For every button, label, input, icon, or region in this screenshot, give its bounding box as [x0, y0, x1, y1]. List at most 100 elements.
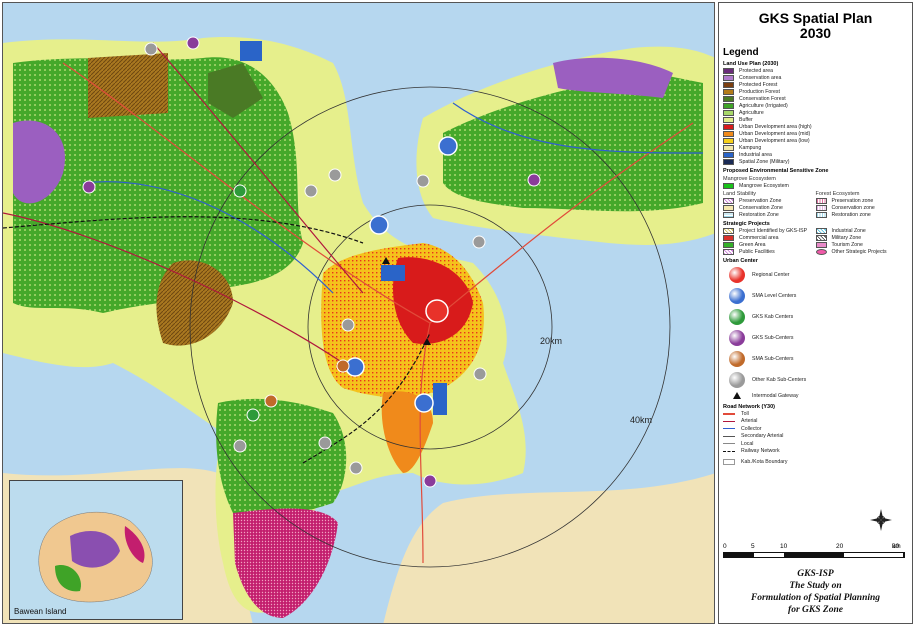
regional-center-icon: [729, 266, 745, 283]
swatch: [723, 95, 734, 102]
legend-panel: GKS Spatial Plan 2030 Legend Land Use Pl…: [718, 2, 913, 624]
sma-level-center: [414, 393, 434, 413]
map-title: GKS Spatial Plan 2030: [723, 11, 908, 41]
scale-block: [844, 553, 904, 557]
agriculture-south: [216, 398, 347, 518]
land-use-label: Spatial Zone (Military): [739, 158, 790, 165]
credits: GKS-ISP The Study on Formulation of Spat…: [719, 568, 912, 616]
inset-map[interactable]: Bawean Island: [9, 480, 183, 620]
land-use-item: Buffer: [723, 116, 908, 123]
strategic-columns: Project Identified by GKS-ISP Commercial…: [723, 227, 908, 255]
other-kab-sub-center: [416, 174, 430, 188]
forest-eco-item: Preservation zone: [815, 197, 909, 204]
railway-line-icon: [723, 450, 735, 452]
land-use-item: Urban Development area (mid): [723, 130, 908, 137]
land-stability-label: Conservation Zone: [739, 204, 783, 211]
secondary-arterial-line-icon: [723, 435, 735, 437]
strategic-item: Project Identified by GKS-ISP: [723, 227, 816, 234]
mangrove-label: Mangrove Ecosystem: [739, 182, 789, 189]
legend-heading: Legend: [723, 47, 759, 58]
swatch: [723, 151, 734, 158]
strategic-item: Other Strategic Projects: [815, 248, 909, 255]
strategic-label: Project Identified by GKS-ISP: [739, 227, 808, 234]
urban-center-label: SMA Sub-Centers: [752, 355, 794, 362]
land-stability-item: Conservation Zone: [723, 204, 816, 211]
industrial-area: [433, 383, 447, 415]
map-panel[interactable]: 20km 40km Bawean Island: [2, 2, 715, 624]
land-use-list: Protected area Conservation area Protect…: [723, 67, 908, 165]
toll-line-icon: [723, 412, 735, 415]
stability-forest-columns: Land Stability Preservation Zone Conserv…: [723, 189, 908, 218]
land-use-label: Production Forest: [739, 88, 780, 95]
inset-canvas: [38, 511, 153, 603]
land-use-label: Urban Development area (low): [739, 137, 810, 144]
land-use-label: Protected area: [739, 67, 774, 74]
credits-line1: GKS-ISP: [797, 569, 834, 579]
scale-label-10: 10: [780, 543, 788, 550]
scale-labels: 0 5 10 20 30 km: [723, 543, 905, 552]
swatch: [723, 81, 734, 88]
local-line-icon: [723, 443, 735, 445]
strategic-item: Commercial area: [723, 234, 816, 241]
swatch: [723, 234, 734, 241]
sma-level-center: [369, 215, 389, 235]
swatch: [723, 74, 734, 81]
scale-unit: km: [892, 543, 901, 550]
gks-kab-center: [233, 184, 247, 198]
land-use-item: Protected Forest: [723, 81, 908, 88]
credits-line4: for GKS Zone: [788, 605, 843, 615]
swatch: [723, 158, 734, 165]
scale-label-5: 5: [751, 543, 755, 550]
ring-label-40km: 40km: [630, 415, 653, 425]
land-use-label: Conservation area: [739, 74, 782, 81]
land-use-label: Buffer: [739, 116, 753, 123]
sma-sub-center-icon: [729, 350, 745, 367]
urban-center-list: Regional Center SMA Level Centers GKS Ka…: [723, 264, 908, 401]
land-use-label: Agriculture: [739, 109, 764, 116]
gks-kab-center-icon: [729, 308, 745, 325]
road-item: Secondary Arterial: [723, 433, 908, 441]
swatch: [815, 204, 827, 211]
swatch: [723, 102, 734, 109]
inset-label: Bawean Island: [14, 607, 67, 616]
swatch: [723, 116, 734, 123]
urban-center-item: GKS Sub-Centers: [723, 327, 908, 348]
urban-center-label: Regional Center: [752, 271, 790, 278]
swatch: [723, 211, 734, 218]
arterial-line-icon: [723, 420, 735, 422]
sma-level-center: [438, 136, 458, 156]
urban-center-label: Intermodal Gateway: [752, 392, 799, 399]
gks-sub-center: [423, 474, 437, 488]
other-kab-sub-center: [328, 168, 342, 182]
other-kab-sub-center: [349, 461, 363, 475]
scale-label-0: 0: [723, 543, 727, 550]
land-use-item: Urban Development area (low): [723, 137, 908, 144]
land-use-label: Urban Development area (high): [739, 123, 812, 130]
land-use-item: Spatial Zone (Military): [723, 158, 908, 165]
urban-center-label: GKS Sub-Centers: [752, 334, 794, 341]
swatch: [815, 248, 827, 255]
other-kab-sub-center: [318, 436, 332, 450]
env-zone-title: Proposed Environmental Sensitive Zone: [723, 168, 829, 174]
swatch: [723, 109, 734, 116]
gks-sub-center: [527, 173, 541, 187]
land-use-item: Urban Development area (high): [723, 123, 908, 130]
strategic-item: Green Area: [723, 241, 816, 248]
land-use-label: Agriculture (Irrigated): [739, 102, 788, 109]
strategic-label: Public Facilities: [739, 248, 775, 255]
north-arrow-icon: [870, 509, 892, 531]
urban-center-label: Other Kab Sub-Centers: [752, 376, 807, 383]
other-kab-sub-center: [341, 318, 355, 332]
forest-eco-item: Conservation zone: [815, 204, 909, 211]
forest-eco-label: Restoration zone: [831, 211, 871, 218]
road-label: Kab./Kota Boundary: [741, 458, 788, 465]
boundary-icon: [723, 458, 735, 465]
urban-center-item: GKS Kab Centers: [723, 306, 908, 327]
sma-level-center-icon: [729, 287, 745, 304]
gks-sub-center: [186, 36, 200, 50]
land-use-label: Kampung: [739, 144, 762, 151]
strategic-label: Industrial Zone: [831, 227, 866, 234]
urban-center-item: SMA Sub-Centers: [723, 348, 908, 369]
road-label: Toll: [741, 410, 749, 417]
land-use-item: Production Forest: [723, 88, 908, 95]
